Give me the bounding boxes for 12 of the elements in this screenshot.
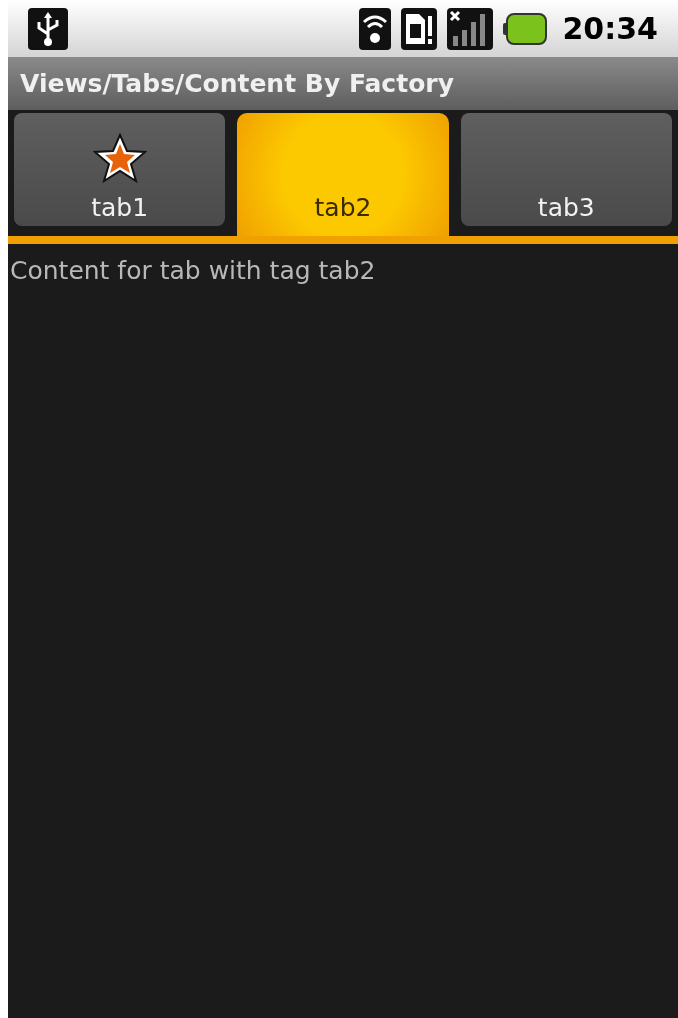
content-text: Content for tab with tag tab2 <box>10 256 376 285</box>
battery-icon <box>502 12 547 45</box>
tab[interactable]: tab1 <box>14 113 226 226</box>
sim-card-icon <box>400 7 437 50</box>
usb-icon <box>28 7 68 50</box>
tab[interactable]: tab2 <box>237 113 449 236</box>
wifi-icon <box>358 7 391 50</box>
window-title: Views/Tabs/Content By Factory <box>20 67 454 100</box>
clock-time: 20:34 <box>562 10 658 48</box>
tab[interactable]: tab3 <box>460 113 672 226</box>
signal-icon <box>446 7 493 50</box>
star-icon <box>92 132 147 183</box>
